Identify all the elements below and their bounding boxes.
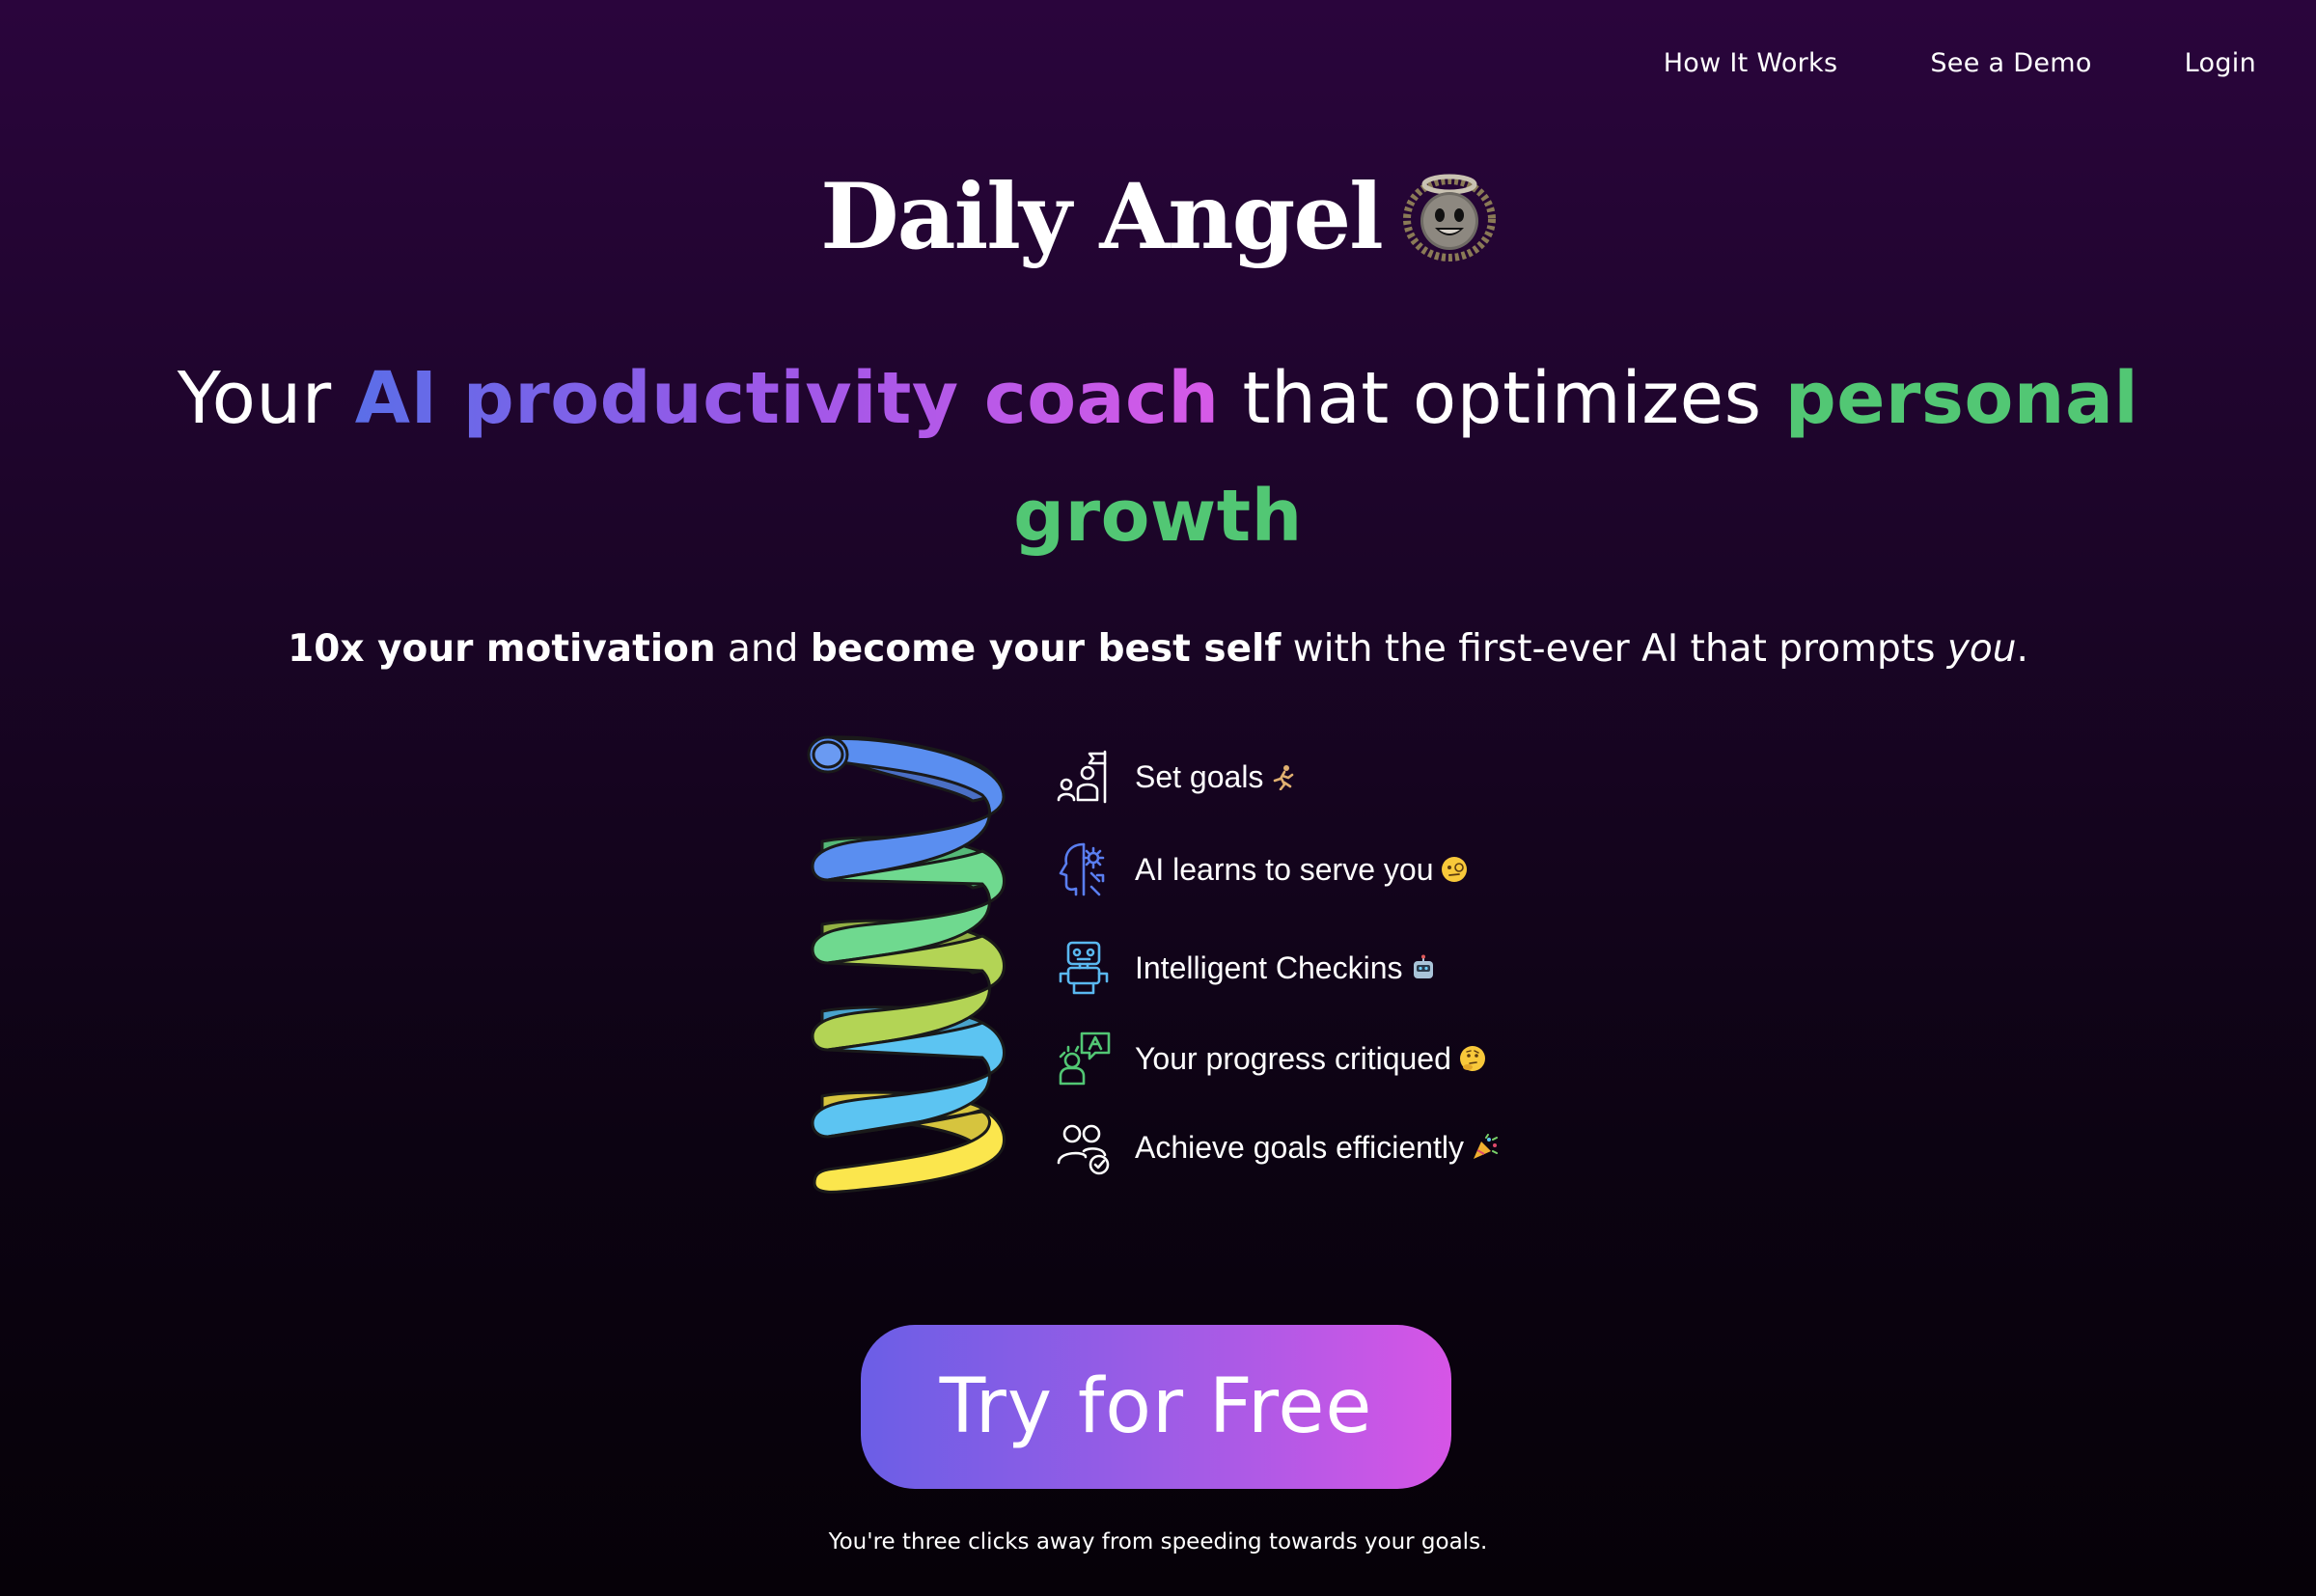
nav-how-it-works[interactable]: How It Works: [1664, 48, 1838, 78]
feature-label: Intelligent Checkins: [1135, 949, 1403, 985]
feature-label: Your progress critiqued: [1135, 1040, 1451, 1076]
subhead-bold-2: become your best self: [810, 627, 1282, 671]
brand-logo[interactable]: Daily Angel: [0, 164, 2316, 270]
headline-highlight-ai-coach: AI productivity coach: [354, 357, 1220, 440]
face-with-monocle-icon: [1441, 856, 1468, 883]
subheadline: 10x your motivation and become your best…: [0, 627, 2316, 671]
people-check-icon: [1052, 1115, 1116, 1179]
feature-item-set-goals: Set goals: [1052, 743, 1298, 811]
smiling-face-with-halo-icon: [1402, 169, 1496, 265]
top-nav: How It Works See a Demo Login: [1664, 48, 2256, 78]
feature-label: Set goals: [1135, 758, 1264, 794]
page-headline: Your AI productivity coach that optimize…: [174, 340, 2142, 575]
headline-part-2: that optimizes: [1219, 357, 1785, 440]
ai-brain-gear-icon: [1052, 838, 1116, 901]
feature-item-intelligent-checkins: Intelligent Checkins: [1052, 934, 1437, 1002]
subhead-italic: you: [1946, 627, 2017, 671]
robot-icon: [1052, 936, 1116, 1000]
feature-label: AI learns to serve you: [1135, 851, 1434, 887]
subhead-bold-1: 10x your motivation: [288, 627, 716, 671]
spring-coil-illustration: [803, 726, 1015, 1208]
headline-part-1: Your: [177, 357, 355, 440]
running-person-icon: [1271, 763, 1298, 790]
subhead-text-2: with the first-ever AI that prompts: [1281, 627, 1947, 671]
subhead-text-1: and: [715, 627, 811, 671]
party-popper-icon: [1472, 1134, 1499, 1161]
feature-item-achieve-goals: Achieve goals efficiently: [1052, 1114, 1499, 1181]
feature-label: Achieve goals efficiently: [1135, 1129, 1464, 1165]
chat-critique-icon: [1052, 1027, 1116, 1090]
try-for-free-button[interactable]: Try for Free: [861, 1325, 1451, 1489]
cta-footnote: You're three clicks away from speeding t…: [828, 1529, 1488, 1555]
subhead-text-3: .: [2016, 627, 2028, 671]
nav-see-a-demo[interactable]: See a Demo: [1930, 48, 2091, 78]
goal-flag-icon: [1052, 745, 1116, 809]
feature-item-progress-critiqued: Your progress critiqued: [1052, 1025, 1486, 1092]
nav-login[interactable]: Login: [2185, 48, 2256, 78]
robot-face-icon: [1410, 954, 1437, 981]
brand-name: Daily Angel: [820, 164, 1384, 270]
feature-item-ai-learns: AI learns to serve you: [1052, 836, 1468, 903]
thinking-face-icon: [1459, 1045, 1486, 1072]
